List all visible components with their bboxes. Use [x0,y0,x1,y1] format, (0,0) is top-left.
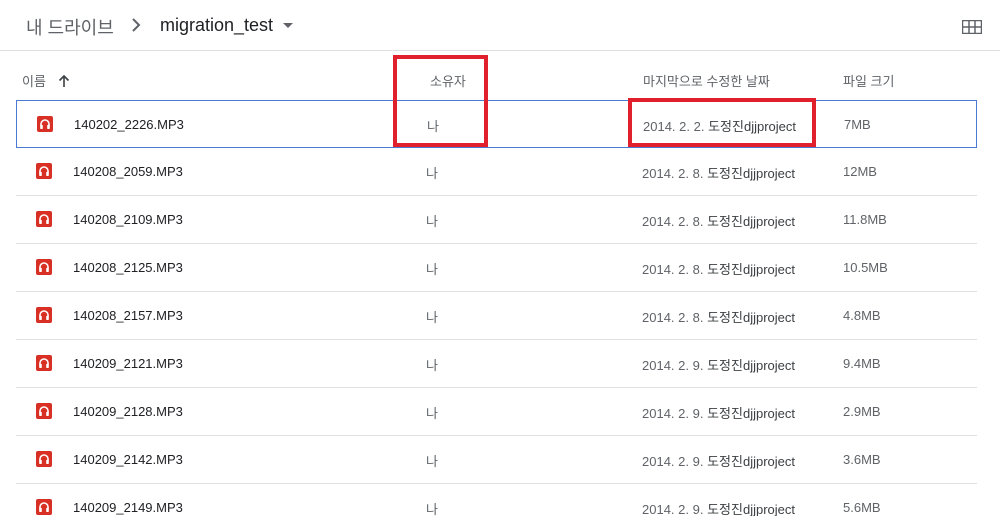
table-row[interactable]: 140208_2109.MP3 나 2014. 2. 8. 도정진djjproj… [16,196,977,244]
file-size: 9.4MB [843,356,881,371]
file-size: 3.6MB [843,452,881,467]
file-modified: 2014. 2. 9. 도정진djjproject [642,499,795,516]
table-row[interactable]: 140209_2128.MP3 나 2014. 2. 9. 도정진djjproj… [16,388,977,436]
file-modified: 2014. 2. 2. 도정진djjproject [643,116,796,135]
file-modified: 2014. 2. 9. 도정진djjproject [642,451,795,470]
toolbar: 내 드라이브 migration_test [0,0,1000,51]
file-owner: 나 [426,214,438,229]
file-owner: 나 [426,454,438,469]
file-name: 140202_2226.MP3 [74,117,184,132]
modified-by: 도정진djjproject [707,262,795,277]
file-name: 140209_2121.MP3 [73,356,183,371]
file-modified: 2014. 2. 8. 도정진djjproject [642,211,795,230]
table-row[interactable]: 140209_2142.MP3 나 2014. 2. 9. 도정진djjproj… [16,436,977,484]
audio-file-icon [36,451,52,467]
column-header-name[interactable]: 이름 [22,71,70,90]
audio-file-icon [36,163,52,179]
file-owner: 나 [426,262,438,277]
table-row[interactable]: 140209_2121.MP3 나 2014. 2. 9. 도정진djjproj… [16,340,977,388]
file-name: 140209_2128.MP3 [73,404,183,419]
file-modified: 2014. 2. 8. 도정진djjproject [642,259,795,278]
modified-date: 2014. 2. 9. [642,454,704,469]
modified-by: 도정진djjproject [707,214,795,229]
modified-by: 도정진djjproject [707,358,795,373]
file-owner: 나 [426,166,438,181]
modified-date: 2014. 2. 2. [643,119,705,134]
file-name: 140208_2125.MP3 [73,260,183,275]
file-name: 140208_2059.MP3 [73,164,183,179]
modified-date: 2014. 2. 9. [642,502,704,516]
file-name: 140209_2142.MP3 [73,452,183,467]
file-modified: 2014. 2. 8. 도정진djjproject [642,307,795,326]
file-name: 140209_2149.MP3 [73,500,183,515]
column-header-owner[interactable]: 소유자 [430,71,466,90]
modified-by: 도정진djjproject [707,454,795,469]
modified-date: 2014. 2. 8. [642,214,704,229]
file-owner: 나 [426,358,438,373]
audio-file-icon [37,116,53,132]
modified-by: 도정진djjproject [707,166,795,181]
file-list: 140202_2226.MP3 나 2014. 2. 2. 도정진djjproj… [16,100,977,516]
breadcrumb-root[interactable]: 내 드라이브 [26,14,114,40]
modified-by: 도정진djjproject [707,310,795,325]
file-size: 4.8MB [843,308,881,323]
audio-file-icon [36,403,52,419]
caret-down-icon [283,23,294,28]
modified-date: 2014. 2. 9. [642,406,704,421]
table-row[interactable]: 140208_2059.MP3 나 2014. 2. 8. 도정진djjproj… [16,148,977,196]
grid-view-icon[interactable] [962,20,982,34]
file-size: 10.5MB [843,260,888,275]
arrow-up-icon[interactable] [58,74,70,88]
audio-file-icon [36,499,52,515]
audio-file-icon [36,307,52,323]
file-size: 11.8MB [843,212,887,227]
column-header-size[interactable]: 파일 크기 [843,71,894,90]
file-modified: 2014. 2. 9. 도정진djjproject [642,355,795,374]
audio-file-icon [36,259,52,275]
modified-date: 2014. 2. 9. [642,358,704,373]
file-modified: 2014. 2. 8. 도정진djjproject [642,163,795,182]
breadcrumb-current-label: migration_test [160,15,274,35]
audio-file-icon [36,211,52,227]
modified-by: 도정진djjproject [707,502,795,516]
file-owner: 나 [426,406,438,421]
file-size: 5.6MB [843,500,881,515]
table-row[interactable]: 140208_2125.MP3 나 2014. 2. 8. 도정진djjproj… [16,244,977,292]
modified-by: 도정진djjproject [708,119,796,134]
file-name: 140208_2157.MP3 [73,308,183,323]
file-size: 2.9MB [843,404,881,419]
breadcrumb-current-folder[interactable]: migration_test [160,15,294,36]
column-header-name-label: 이름 [22,74,46,89]
modified-by: 도정진djjproject [707,406,795,421]
audio-file-icon [36,355,52,371]
column-header-modified[interactable]: 마지막으로 수정한 날짜 [643,71,770,90]
file-size: 12MB [843,164,877,179]
file-modified: 2014. 2. 9. 도정진djjproject [642,403,795,422]
table-row[interactable]: 140209_2149.MP3 나 2014. 2. 9. 도정진djjproj… [16,484,977,516]
file-size: 7MB [844,117,871,132]
modified-date: 2014. 2. 8. [642,166,704,181]
chevron-right-icon [132,18,141,32]
file-owner: 나 [427,119,439,134]
file-owner: 나 [426,502,438,516]
file-name: 140208_2109.MP3 [73,212,183,227]
modified-date: 2014. 2. 8. [642,262,704,277]
table-row[interactable]: 140202_2226.MP3 나 2014. 2. 2. 도정진djjproj… [16,100,977,148]
table-row[interactable]: 140208_2157.MP3 나 2014. 2. 8. 도정진djjproj… [16,292,977,340]
file-owner: 나 [426,310,438,325]
column-header-row: 이름 소유자 마지막으로 수정한 날짜 파일 크기 [0,51,1000,100]
modified-date: 2014. 2. 8. [642,310,704,325]
